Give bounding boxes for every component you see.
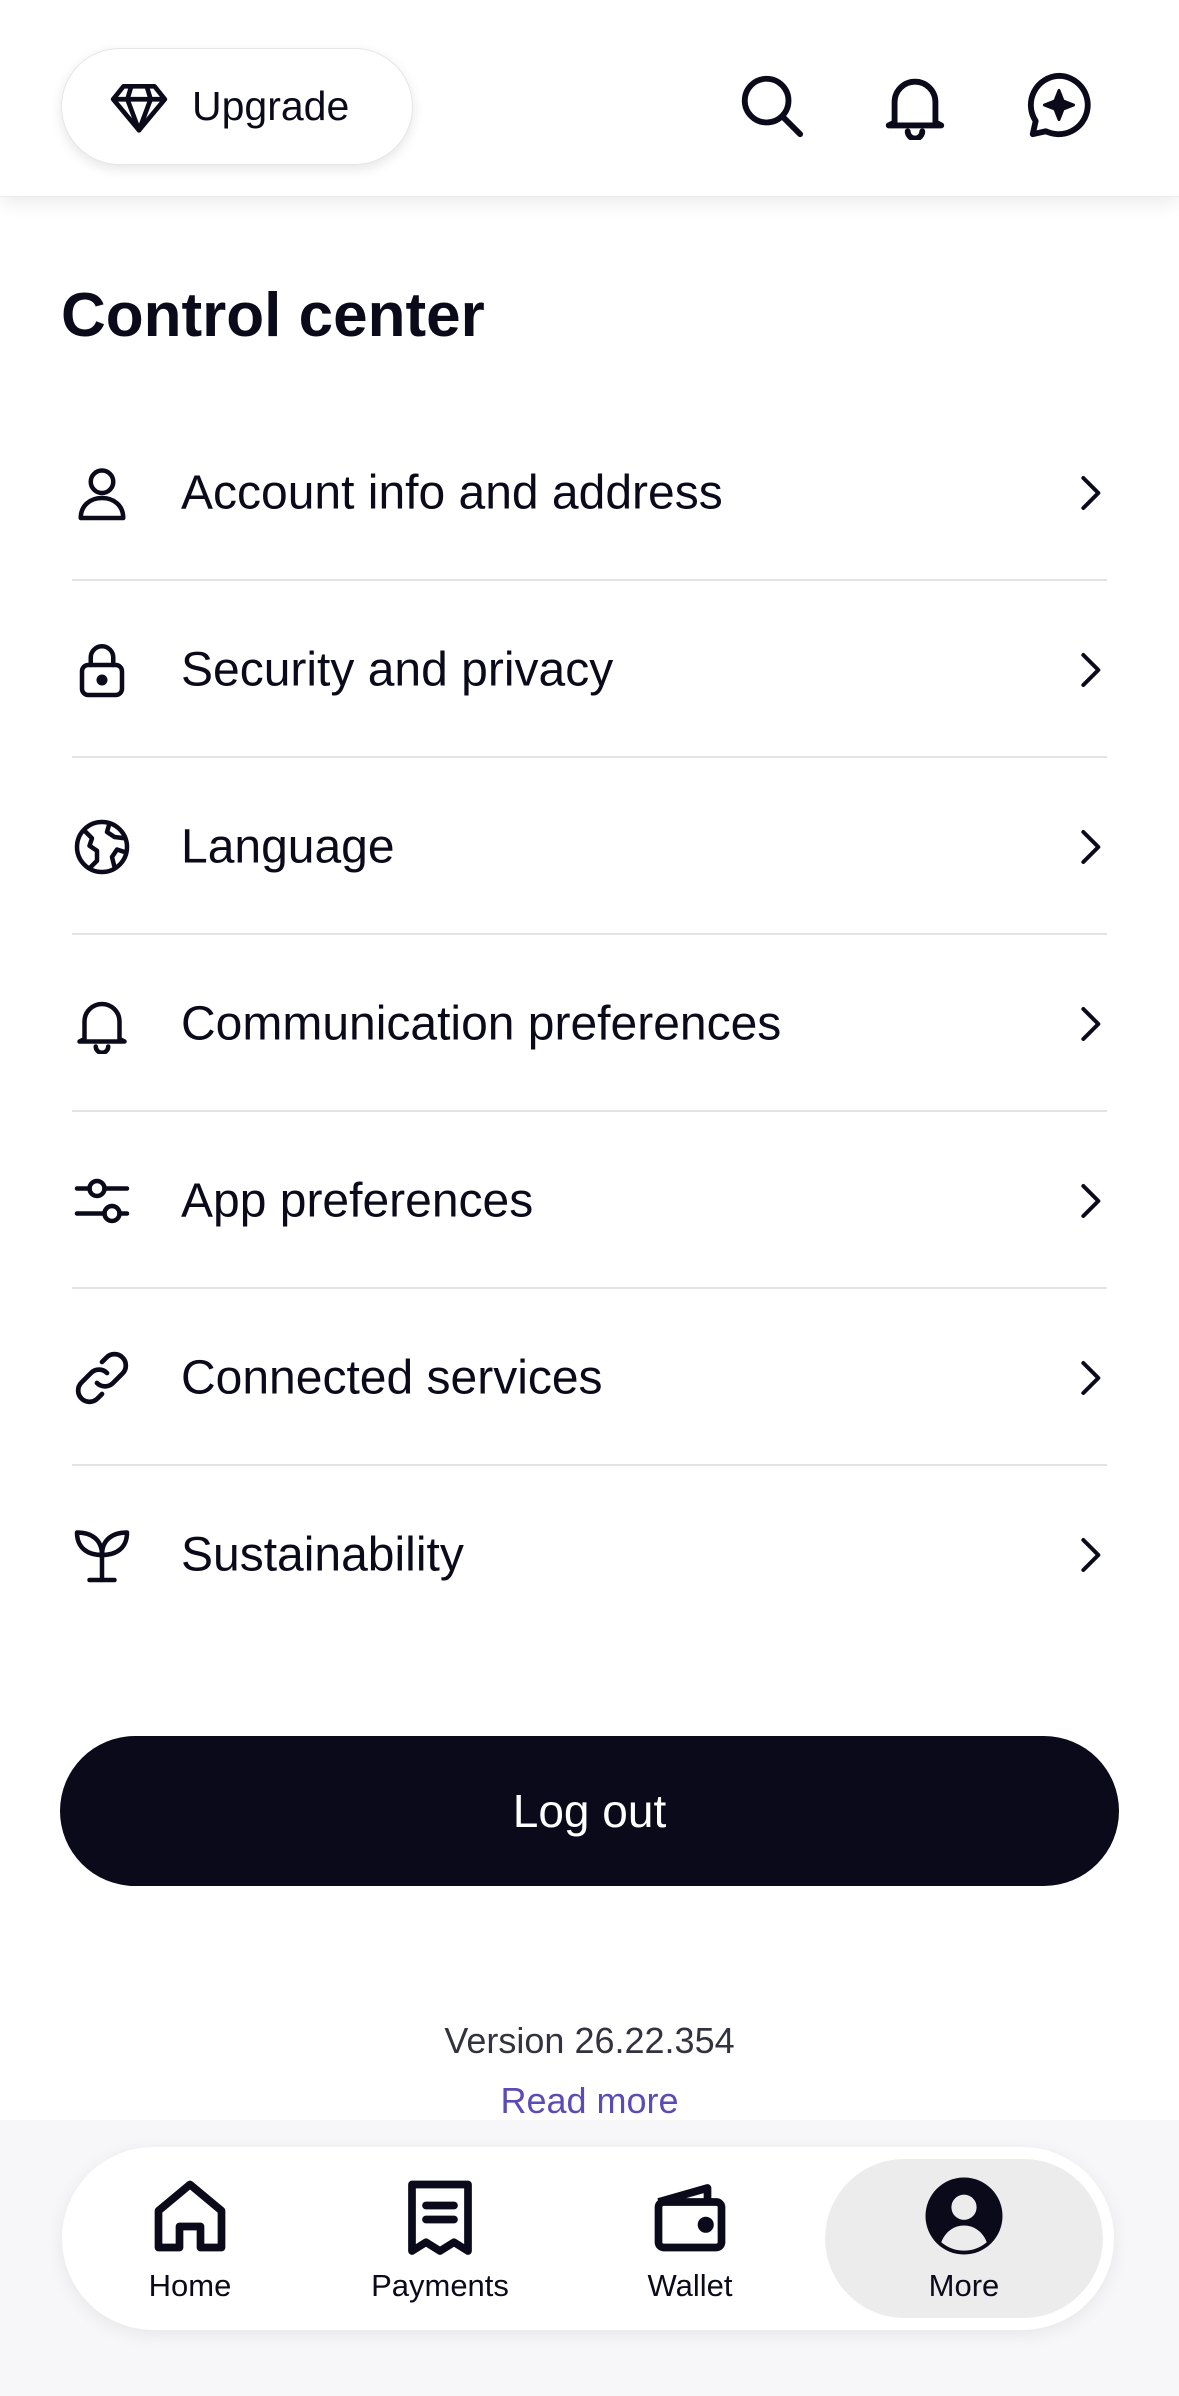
menu-item-label: App preferences (181, 1174, 534, 1227)
globe-icon (72, 817, 132, 877)
menu-item-label: Sustainability (181, 1528, 464, 1581)
nav-item-home[interactable]: Home (65, 2159, 315, 2318)
sprout-icon (72, 1525, 132, 1585)
settings-menu: Account info and address Security and pr… (0, 404, 1179, 1643)
menu-item-label: Communication preferences (181, 997, 782, 1050)
home-icon (148, 2174, 232, 2258)
user-icon (72, 463, 132, 523)
search-icon[interactable] (736, 70, 806, 140)
page: Upgrade Control center Account info and … (0, 0, 1179, 2396)
menu-item-label: Connected services (181, 1351, 603, 1404)
nav-item-payments[interactable]: Payments (315, 2159, 565, 2318)
menu-item-label: Language (181, 820, 395, 873)
menu-item-sustainability[interactable]: Sustainability (0, 1466, 1179, 1643)
menu-item-security[interactable]: Security and privacy (0, 581, 1179, 758)
chevron-right-icon (1070, 827, 1110, 867)
receipt-icon (398, 2174, 482, 2258)
chevron-right-icon (1070, 650, 1110, 690)
menu-item-label: Account info and address (181, 466, 723, 519)
profile-icon (922, 2174, 1006, 2258)
chevron-right-icon (1070, 1535, 1110, 1575)
chevron-right-icon (1070, 1358, 1110, 1398)
chevron-right-icon (1070, 1004, 1110, 1044)
chevron-right-icon (1070, 1181, 1110, 1221)
nav-item-label: Home (148, 2267, 232, 2303)
menu-item-label: Security and privacy (181, 643, 614, 696)
diamond-icon (108, 76, 170, 138)
nav-item-label: Wallet (647, 2267, 733, 2303)
menu-item-account-info[interactable]: Account info and address (0, 404, 1179, 581)
link-icon (72, 1348, 132, 1408)
nav-item-label: Payments (371, 2267, 509, 2303)
nav-item-more[interactable]: More (825, 2159, 1103, 2318)
sliders-icon (72, 1171, 132, 1231)
menu-item-communication[interactable]: Communication preferences (0, 935, 1179, 1112)
upgrade-label: Upgrade (192, 83, 350, 129)
nav-item-label: More (928, 2267, 1000, 2303)
nav-item-wallet[interactable]: Wallet (565, 2159, 815, 2318)
lock-icon (72, 640, 132, 700)
chevron-right-icon (1070, 473, 1110, 513)
upgrade-button[interactable]: Upgrade (61, 48, 413, 165)
menu-item-language[interactable]: Language (0, 758, 1179, 935)
version-text: Version 26.22.354 (444, 2020, 735, 2061)
top-header: Upgrade (0, 0, 1179, 197)
bell-icon (72, 994, 132, 1055)
logout-button[interactable]: Log out (60, 1736, 1119, 1886)
page-title: Control center (61, 281, 485, 350)
assistant-icon[interactable] (1024, 70, 1094, 140)
bell-icon[interactable] (880, 70, 950, 142)
bottom-nav: Home Payments Wallet More (62, 2147, 1114, 2330)
wallet-icon (648, 2174, 732, 2258)
menu-item-app-preferences[interactable]: App preferences (0, 1112, 1179, 1289)
read-more-link[interactable]: Read more (0, 2080, 1179, 2122)
menu-item-connected-services[interactable]: Connected services (0, 1289, 1179, 1466)
